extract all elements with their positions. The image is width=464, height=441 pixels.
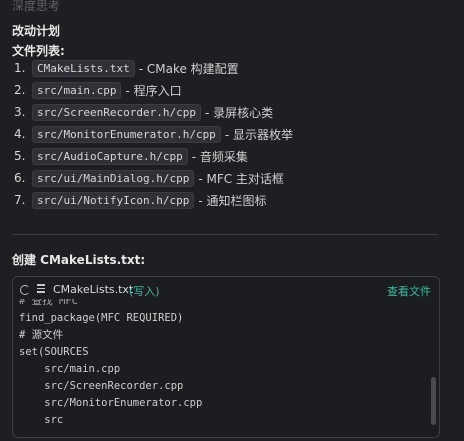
code-line: src/MonitorEnumerator.cpp xyxy=(19,397,203,409)
file-description: - 录屏核心类 xyxy=(204,105,274,120)
code-line: src/main.cpp xyxy=(19,363,121,375)
code-line: find_package(MFC REQUIRED) xyxy=(19,312,184,324)
file-list-title: 文件列表: xyxy=(12,44,65,58)
file-description: - CMake 构建配置 xyxy=(138,61,239,76)
create-file-title: 创建 CMakeLists.txt: xyxy=(12,253,146,267)
code-view[interactable]: # 查找 MFC find_package(MFC REQUIRED) # 源文… xyxy=(13,299,427,435)
code-line: # 源文件 xyxy=(19,329,64,341)
list-item: 2. src/main.cpp - 程序入口 xyxy=(14,81,182,99)
thinking-label[interactable]: 深度思考 xyxy=(12,0,60,14)
file-path: CMakeLists.txt xyxy=(32,59,135,77)
divider xyxy=(12,234,438,235)
list-item: 7. src/ui/NotifyIcon.h/cpp - 通知栏图标 xyxy=(14,191,267,209)
code-line: src xyxy=(19,414,64,426)
file-path: src/main.cpp xyxy=(32,81,122,99)
file-path: src/MonitorEnumerator.h/cpp xyxy=(32,125,221,143)
file-lines-icon xyxy=(37,284,45,294)
code-scrollbar[interactable] xyxy=(431,377,436,425)
file-write-panel: CMakeLists.txt (写入) 查看文件 # 查找 MFC find_p… xyxy=(12,276,440,438)
file-path: src/ui/MainDialog.h/cpp xyxy=(32,169,195,187)
code-line: # 查找 MFC xyxy=(19,299,78,307)
list-item: 3. src/ScreenRecorder.h/cpp - 录屏核心类 xyxy=(14,103,274,121)
list-item: 1. CMakeLists.txt - CMake 构建配置 xyxy=(14,59,239,77)
file-name: CMakeLists.txt xyxy=(53,283,134,296)
view-file-button[interactable]: 查看文件 xyxy=(387,283,431,299)
file-status: (写入) xyxy=(129,285,160,298)
file-description: - 程序入口 xyxy=(125,83,182,98)
plan-title: 改动计划 xyxy=(12,24,61,38)
file-path: src/ScreenRecorder.h/cpp xyxy=(32,103,201,121)
file-path: src/AudioCapture.h/cpp xyxy=(32,147,188,165)
code-line: src/ScreenRecorder.cpp xyxy=(19,380,184,392)
code-line: set(SOURCES xyxy=(19,346,89,358)
file-description: - 显示器枚举 xyxy=(224,127,293,142)
list-item: 5. src/AudioCapture.h/cpp - 音频采集 xyxy=(14,147,248,165)
file-path: src/ui/NotifyIcon.h/cpp xyxy=(32,191,195,209)
list-item: 6. src/ui/MainDialog.h/cpp - MFC 主对话框 xyxy=(14,169,284,187)
file-description: - MFC 主对话框 xyxy=(198,171,284,186)
loading-spinner-icon xyxy=(20,285,30,295)
file-description: - 音频采集 xyxy=(191,149,248,164)
list-item: 4. src/MonitorEnumerator.h/cpp - 显示器枚举 xyxy=(14,125,293,143)
file-description: - 通知栏图标 xyxy=(198,193,267,208)
